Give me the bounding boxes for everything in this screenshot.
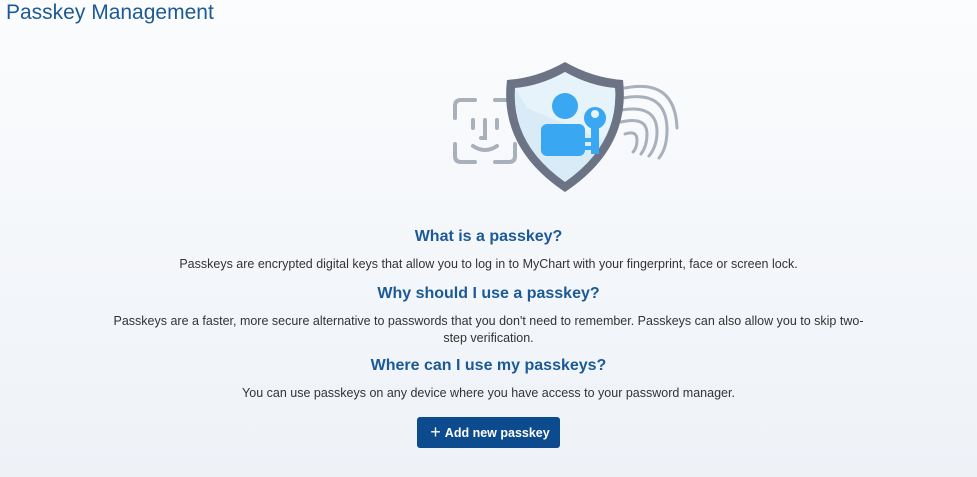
- passkey-illustration: [445, 58, 685, 198]
- fingerprint-icon: [619, 84, 679, 160]
- passkey-illustration-svg: [453, 62, 679, 192]
- add-new-passkey-label: Add new passkey: [444, 425, 550, 440]
- page-title: Passkey Management: [6, 1, 214, 24]
- face-id-icon: [453, 98, 517, 164]
- plus-icon: +: [430, 422, 441, 442]
- text-where-use-passkey: You can use passkeys on any device where…: [242, 386, 735, 400]
- text-why-use-passkey: Passkeys are a faster, more secure alter…: [113, 314, 864, 345]
- passkey-info: What is a passkey? Passkeys are encrypte…: [0, 226, 977, 448]
- heading-where-use-passkey: Where can I use my passkeys?: [370, 357, 607, 374]
- text-what-is-passkey: Passkeys are encrypted digital keys that…: [179, 257, 798, 271]
- add-new-passkey-button[interactable]: + Add new passkey: [417, 417, 560, 448]
- heading-what-is-passkey: What is a passkey?: [414, 228, 563, 245]
- heading-why-use-passkey: Why should I use a passkey?: [377, 285, 600, 302]
